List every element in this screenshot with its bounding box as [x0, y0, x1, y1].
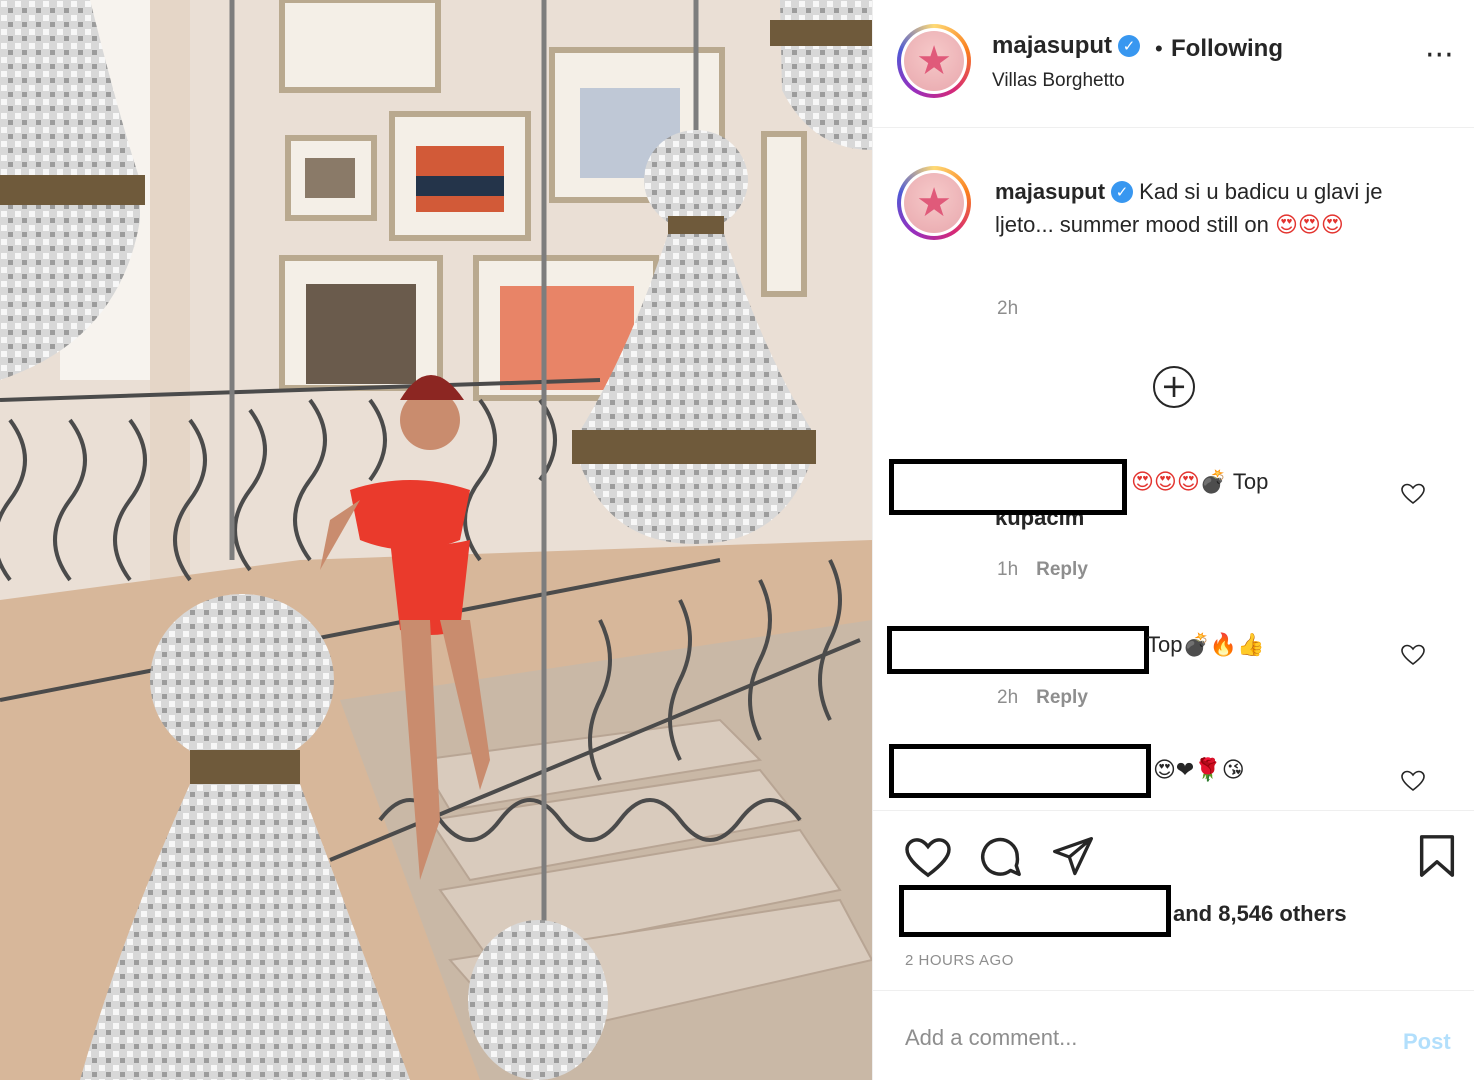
- caption-time[interactable]: 2h: [997, 298, 1018, 320]
- post-comment-button[interactable]: Post: [1403, 1029, 1451, 1055]
- comment-meta: 2h Reply: [997, 687, 1088, 709]
- comment-emojis: 😍😍😍💣: [1131, 470, 1228, 495]
- post-photo[interactable]: [0, 0, 872, 1080]
- comment-item: Top💣🔥👍 2h Reply: [873, 622, 1474, 722]
- redaction-box: [889, 459, 1127, 515]
- plus-circle-icon[interactable]: +: [1153, 366, 1195, 408]
- comment-text: 😍😍😍💣 Top: [1131, 469, 1268, 495]
- reply-button[interactable]: Reply: [1036, 687, 1088, 708]
- comment-icon[interactable]: [977, 835, 1023, 881]
- reply-button[interactable]: Reply: [1036, 559, 1088, 580]
- post-side-panel: ★ majasuput ✓ • Following Villas Borghett…: [872, 0, 1474, 1080]
- username-text[interactable]: majasuput: [992, 32, 1112, 59]
- caption-emojis: 😍😍😍: [1275, 213, 1344, 238]
- comment-like-heart-icon[interactable]: [1401, 644, 1425, 666]
- post-caption: majasuput ✓ Kad si u badicu u glavi je lj…: [995, 175, 1435, 242]
- post-timestamp[interactable]: 2 HOURS AGO: [905, 952, 1014, 969]
- comment-meta: 1h Reply: [997, 559, 1088, 581]
- verified-badge-icon: ✓: [1111, 181, 1134, 203]
- comment-input[interactable]: [905, 1025, 1375, 1051]
- bookmark-icon[interactable]: [1417, 833, 1457, 879]
- comment-emojis: 💣🔥👍: [1182, 633, 1265, 658]
- add-comment-bar: Post: [873, 990, 1474, 1080]
- comment-time[interactable]: 2h: [997, 687, 1018, 708]
- avatar-star-icon: ★: [916, 180, 952, 226]
- post-actions: and 8,546 others 2 HOURS AGO: [873, 810, 1474, 990]
- post-header: ★ majasuput ✓ • Following Villas Borghett…: [873, 0, 1474, 128]
- redaction-box: [899, 885, 1171, 937]
- avatar-star-icon: ★: [916, 38, 952, 84]
- comment-like-heart-icon[interactable]: [1401, 483, 1425, 505]
- verified-badge-icon: ✓: [1118, 35, 1141, 57]
- redaction-box: [889, 744, 1151, 798]
- comment-body: Top: [1147, 632, 1183, 657]
- author-username[interactable]: majasuput ✓: [992, 32, 1141, 60]
- comment-like-heart-icon[interactable]: [1401, 770, 1425, 792]
- following-button[interactable]: Following: [1171, 35, 1283, 63]
- location-link[interactable]: Villas Borghetto: [992, 70, 1125, 92]
- more-options-icon[interactable]: ···: [1425, 41, 1454, 71]
- comment-item: 😍❤🌹😘: [873, 740, 1474, 806]
- heart-icon[interactable]: [905, 837, 951, 879]
- photo-illustration: [0, 0, 872, 1080]
- caption-author-avatar[interactable]: ★: [897, 166, 971, 240]
- caption-username[interactable]: majasuput: [995, 179, 1105, 204]
- likes-count[interactable]: and 8,546 others: [1173, 901, 1347, 927]
- separator-dot: •: [1155, 36, 1163, 61]
- share-icon[interactable]: [1051, 835, 1095, 879]
- comment-emojis: 😍❤🌹😘: [1153, 758, 1245, 783]
- redaction-box: [887, 626, 1149, 674]
- author-avatar[interactable]: ★: [897, 24, 971, 98]
- comment-text: Top💣🔥👍: [1147, 632, 1265, 658]
- comment-item: kupacim 😍😍😍💣 Top 1h Reply: [873, 455, 1474, 595]
- comment-time[interactable]: 1h: [997, 559, 1018, 580]
- comment-body: Top: [1232, 469, 1269, 494]
